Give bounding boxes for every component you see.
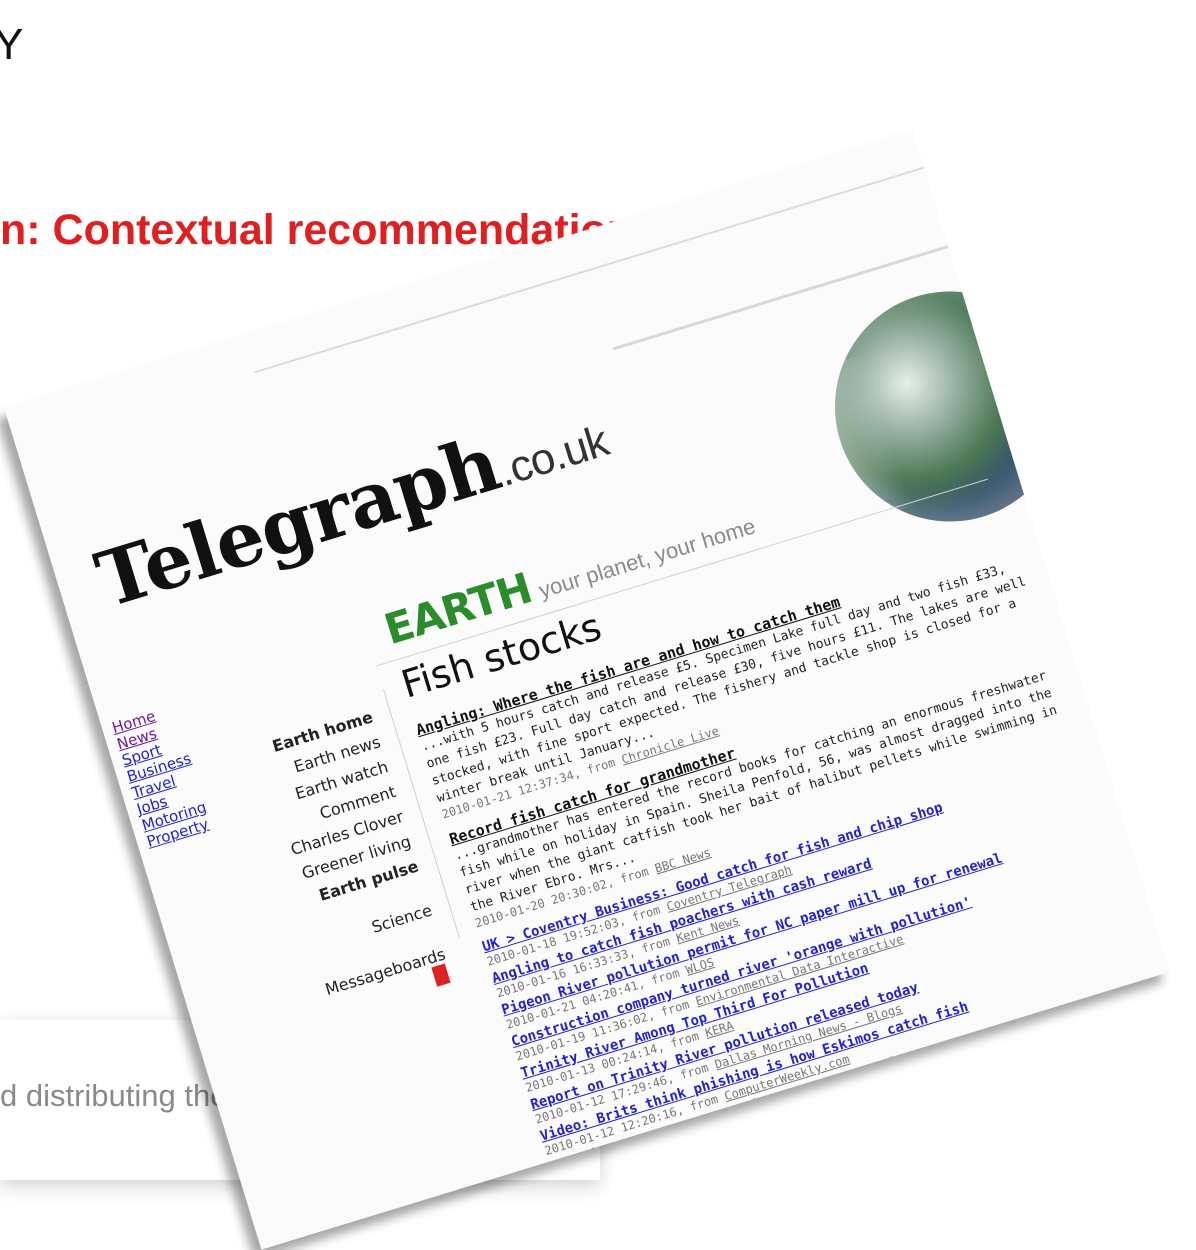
scroll-marker	[431, 963, 451, 987]
slide-corner-letter: Y	[0, 20, 24, 69]
masthead-suffix: .co.uk	[492, 416, 614, 496]
top-rule	[254, 166, 925, 374]
section-nav: Earth home Earth news Earth watch Commen…	[244, 704, 448, 1004]
left-nav: Home News Sport Business Travel Jobs Mot…	[110, 701, 213, 851]
